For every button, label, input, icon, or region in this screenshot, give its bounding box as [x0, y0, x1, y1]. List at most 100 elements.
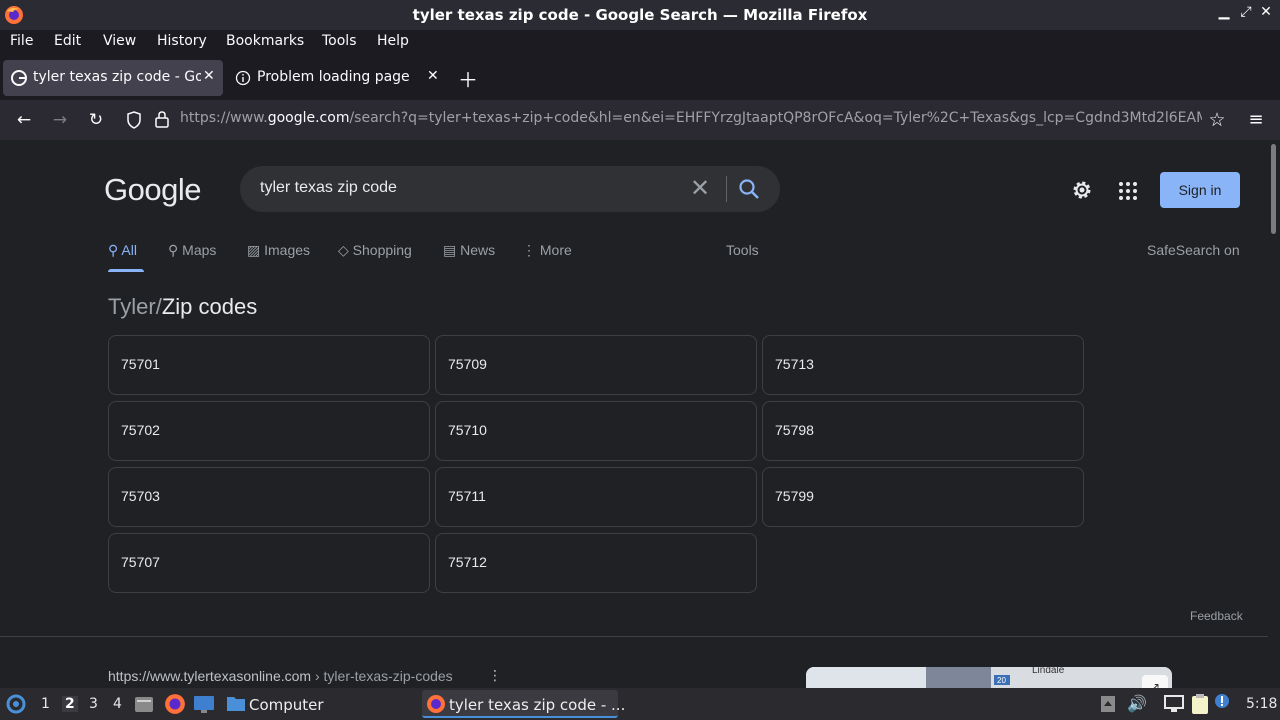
zip-code-card[interactable]: 75799: [762, 467, 1084, 527]
tab-problem-loading[interactable]: Problem loading page ✕: [227, 60, 447, 96]
safesearch-link[interactable]: SafeSearch on: [1147, 242, 1240, 258]
map-highway-label: 20: [997, 676, 1006, 685]
zip-code-card[interactable]: 75711: [435, 467, 757, 527]
menu-edit[interactable]: Edit: [54, 33, 81, 49]
zip-code-label: 75710: [448, 422, 487, 438]
search-icon: ⚲: [108, 242, 119, 258]
tab-images[interactable]: ▨ Images: [247, 242, 310, 259]
new-tab-button[interactable]: ＋: [458, 64, 482, 100]
menu-bar: File Edit View History Bookmarks Tools H…: [0, 30, 1280, 56]
zip-code-label: 75711: [448, 488, 486, 504]
back-button[interactable]: ←: [12, 108, 36, 132]
network-icon[interactable]: [1164, 695, 1184, 713]
search-icon[interactable]: [738, 178, 760, 200]
tab-maps[interactable]: ⚲ Maps: [168, 242, 216, 259]
zip-code-label: 75712: [448, 554, 487, 570]
feedback-link[interactable]: Feedback: [1190, 609, 1243, 623]
clear-search-icon[interactable]: ✕: [690, 174, 710, 202]
clipboard-icon[interactable]: [1190, 693, 1210, 715]
workspace-4[interactable]: 4: [113, 696, 122, 712]
folder-icon: [227, 697, 245, 711]
zip-code-label: 75799: [775, 488, 814, 504]
tab-news[interactable]: ▤ News: [443, 242, 495, 259]
menu-tools[interactable]: Tools: [322, 33, 357, 49]
scrollbar-thumb[interactable]: [1271, 144, 1276, 234]
app-menu-icon[interactable]: ≡: [1244, 108, 1268, 132]
apps-grid-icon[interactable]: [1118, 181, 1138, 201]
tab-shopping-label: Shopping: [352, 242, 412, 258]
tab-news-label: News: [460, 242, 496, 258]
tab-google-search[interactable]: tyler texas zip code - Goo ✕: [3, 60, 223, 96]
search-input[interactable]: tyler texas zip code: [260, 179, 397, 197]
zip-code-card[interactable]: 75713: [762, 335, 1084, 395]
clock[interactable]: 5:18: [1246, 696, 1277, 712]
zip-code-label: 75798: [775, 422, 814, 438]
more-vert-icon: ⋮: [522, 242, 536, 258]
workspace-2[interactable]: 2: [62, 696, 78, 712]
volume-icon[interactable]: 🔊: [1127, 694, 1147, 713]
zip-code-card[interactable]: 75702: [108, 401, 430, 461]
notification-icon[interactable]: [1214, 693, 1230, 709]
zip-code-label: 75707: [121, 554, 160, 570]
menu-file[interactable]: File: [10, 33, 33, 49]
tools-button[interactable]: Tools: [726, 242, 759, 258]
tab-more-label: More: [539, 242, 572, 258]
reload-button[interactable]: ↻: [84, 108, 108, 132]
google-favicon-icon: [11, 70, 27, 86]
map-pin-icon: ⚲: [168, 242, 179, 258]
shield-icon[interactable]: [126, 111, 142, 129]
firefox-launcher-icon[interactable]: [164, 693, 186, 715]
google-logo[interactable]: Google: [104, 172, 201, 208]
close-window-button[interactable]: ✕: [1256, 4, 1276, 20]
zip-code-label: 75713: [775, 356, 814, 372]
bookmark-star-icon[interactable]: ☆: [1205, 108, 1229, 132]
desktop-launcher-icon[interactable]: [193, 694, 215, 714]
workspace-1[interactable]: 1: [41, 696, 50, 712]
zip-code-card[interactable]: 75701: [108, 335, 430, 395]
tray-up-icon[interactable]: [1100, 695, 1116, 713]
menu-help[interactable]: Help: [377, 33, 409, 49]
zip-code-label: 75703: [121, 488, 160, 504]
url-bar[interactable]: https://www.google.com/search?q=tyler+te…: [180, 110, 1202, 126]
settings-gear-icon[interactable]: [1070, 178, 1094, 202]
zip-code-card[interactable]: 75707: [108, 533, 430, 593]
sign-in-button[interactable]: Sign in: [1160, 172, 1240, 208]
menu-view[interactable]: View: [103, 33, 136, 49]
workspace-3[interactable]: 3: [89, 696, 98, 712]
navigation-toolbar: ← → ↻ https://www.google.com/search?q=ty…: [0, 100, 1280, 140]
taskbar: 1 2 3 4 Computer tyler texas zip code - …: [0, 688, 1280, 720]
start-menu-icon[interactable]: [6, 694, 26, 714]
close-tab-icon[interactable]: ✕: [427, 68, 439, 84]
menu-bookmarks[interactable]: Bookmarks: [226, 33, 304, 49]
zip-code-card[interactable]: 75703: [108, 467, 430, 527]
task-computer[interactable]: Computer: [222, 690, 412, 718]
close-tab-icon[interactable]: ✕: [203, 68, 215, 84]
result-options-icon[interactable]: ⋮: [488, 668, 502, 684]
file-manager-launcher-icon[interactable]: [134, 694, 154, 714]
tab-more[interactable]: ⋮ More: [522, 242, 572, 259]
zip-code-label: 75702: [121, 422, 160, 438]
search-box[interactable]: tyler texas zip code ✕: [240, 166, 780, 212]
tag-icon: ◇: [338, 242, 349, 258]
breadcrumb-parent[interactable]: Tyler: [108, 294, 156, 319]
menu-history[interactable]: History: [157, 33, 207, 49]
lock-icon[interactable]: [154, 110, 170, 128]
forward-button[interactable]: →: [48, 108, 72, 132]
zip-code-card[interactable]: 75798: [762, 401, 1084, 461]
zip-code-card[interactable]: 75712: [435, 533, 757, 593]
maximize-button[interactable]: ⤢: [1236, 4, 1256, 20]
info-icon: [235, 70, 251, 86]
tab-label: Problem loading page: [257, 69, 410, 85]
window-title: tyler texas zip code - Google Search — M…: [412, 6, 868, 24]
result-url[interactable]: https://www.tylertexasonline.com › tyler…: [108, 668, 453, 684]
tab-shopping[interactable]: ◇ Shopping: [338, 242, 412, 259]
minimize-button[interactable]: ▁: [1214, 4, 1234, 20]
map-thumbnail[interactable]: Lindale 20 ↗: [806, 667, 1172, 688]
zip-code-card[interactable]: 75710: [435, 401, 757, 461]
task-firefox[interactable]: tyler texas zip code - ...: [422, 690, 625, 718]
window-titlebar: tyler texas zip code - Google Search — M…: [0, 0, 1280, 30]
tab-all[interactable]: ⚲ All: [108, 242, 137, 259]
tab-label: tyler texas zip code - Goo: [33, 69, 201, 85]
zip-code-card[interactable]: 75709: [435, 335, 757, 395]
zip-code-label: 75709: [448, 356, 487, 372]
